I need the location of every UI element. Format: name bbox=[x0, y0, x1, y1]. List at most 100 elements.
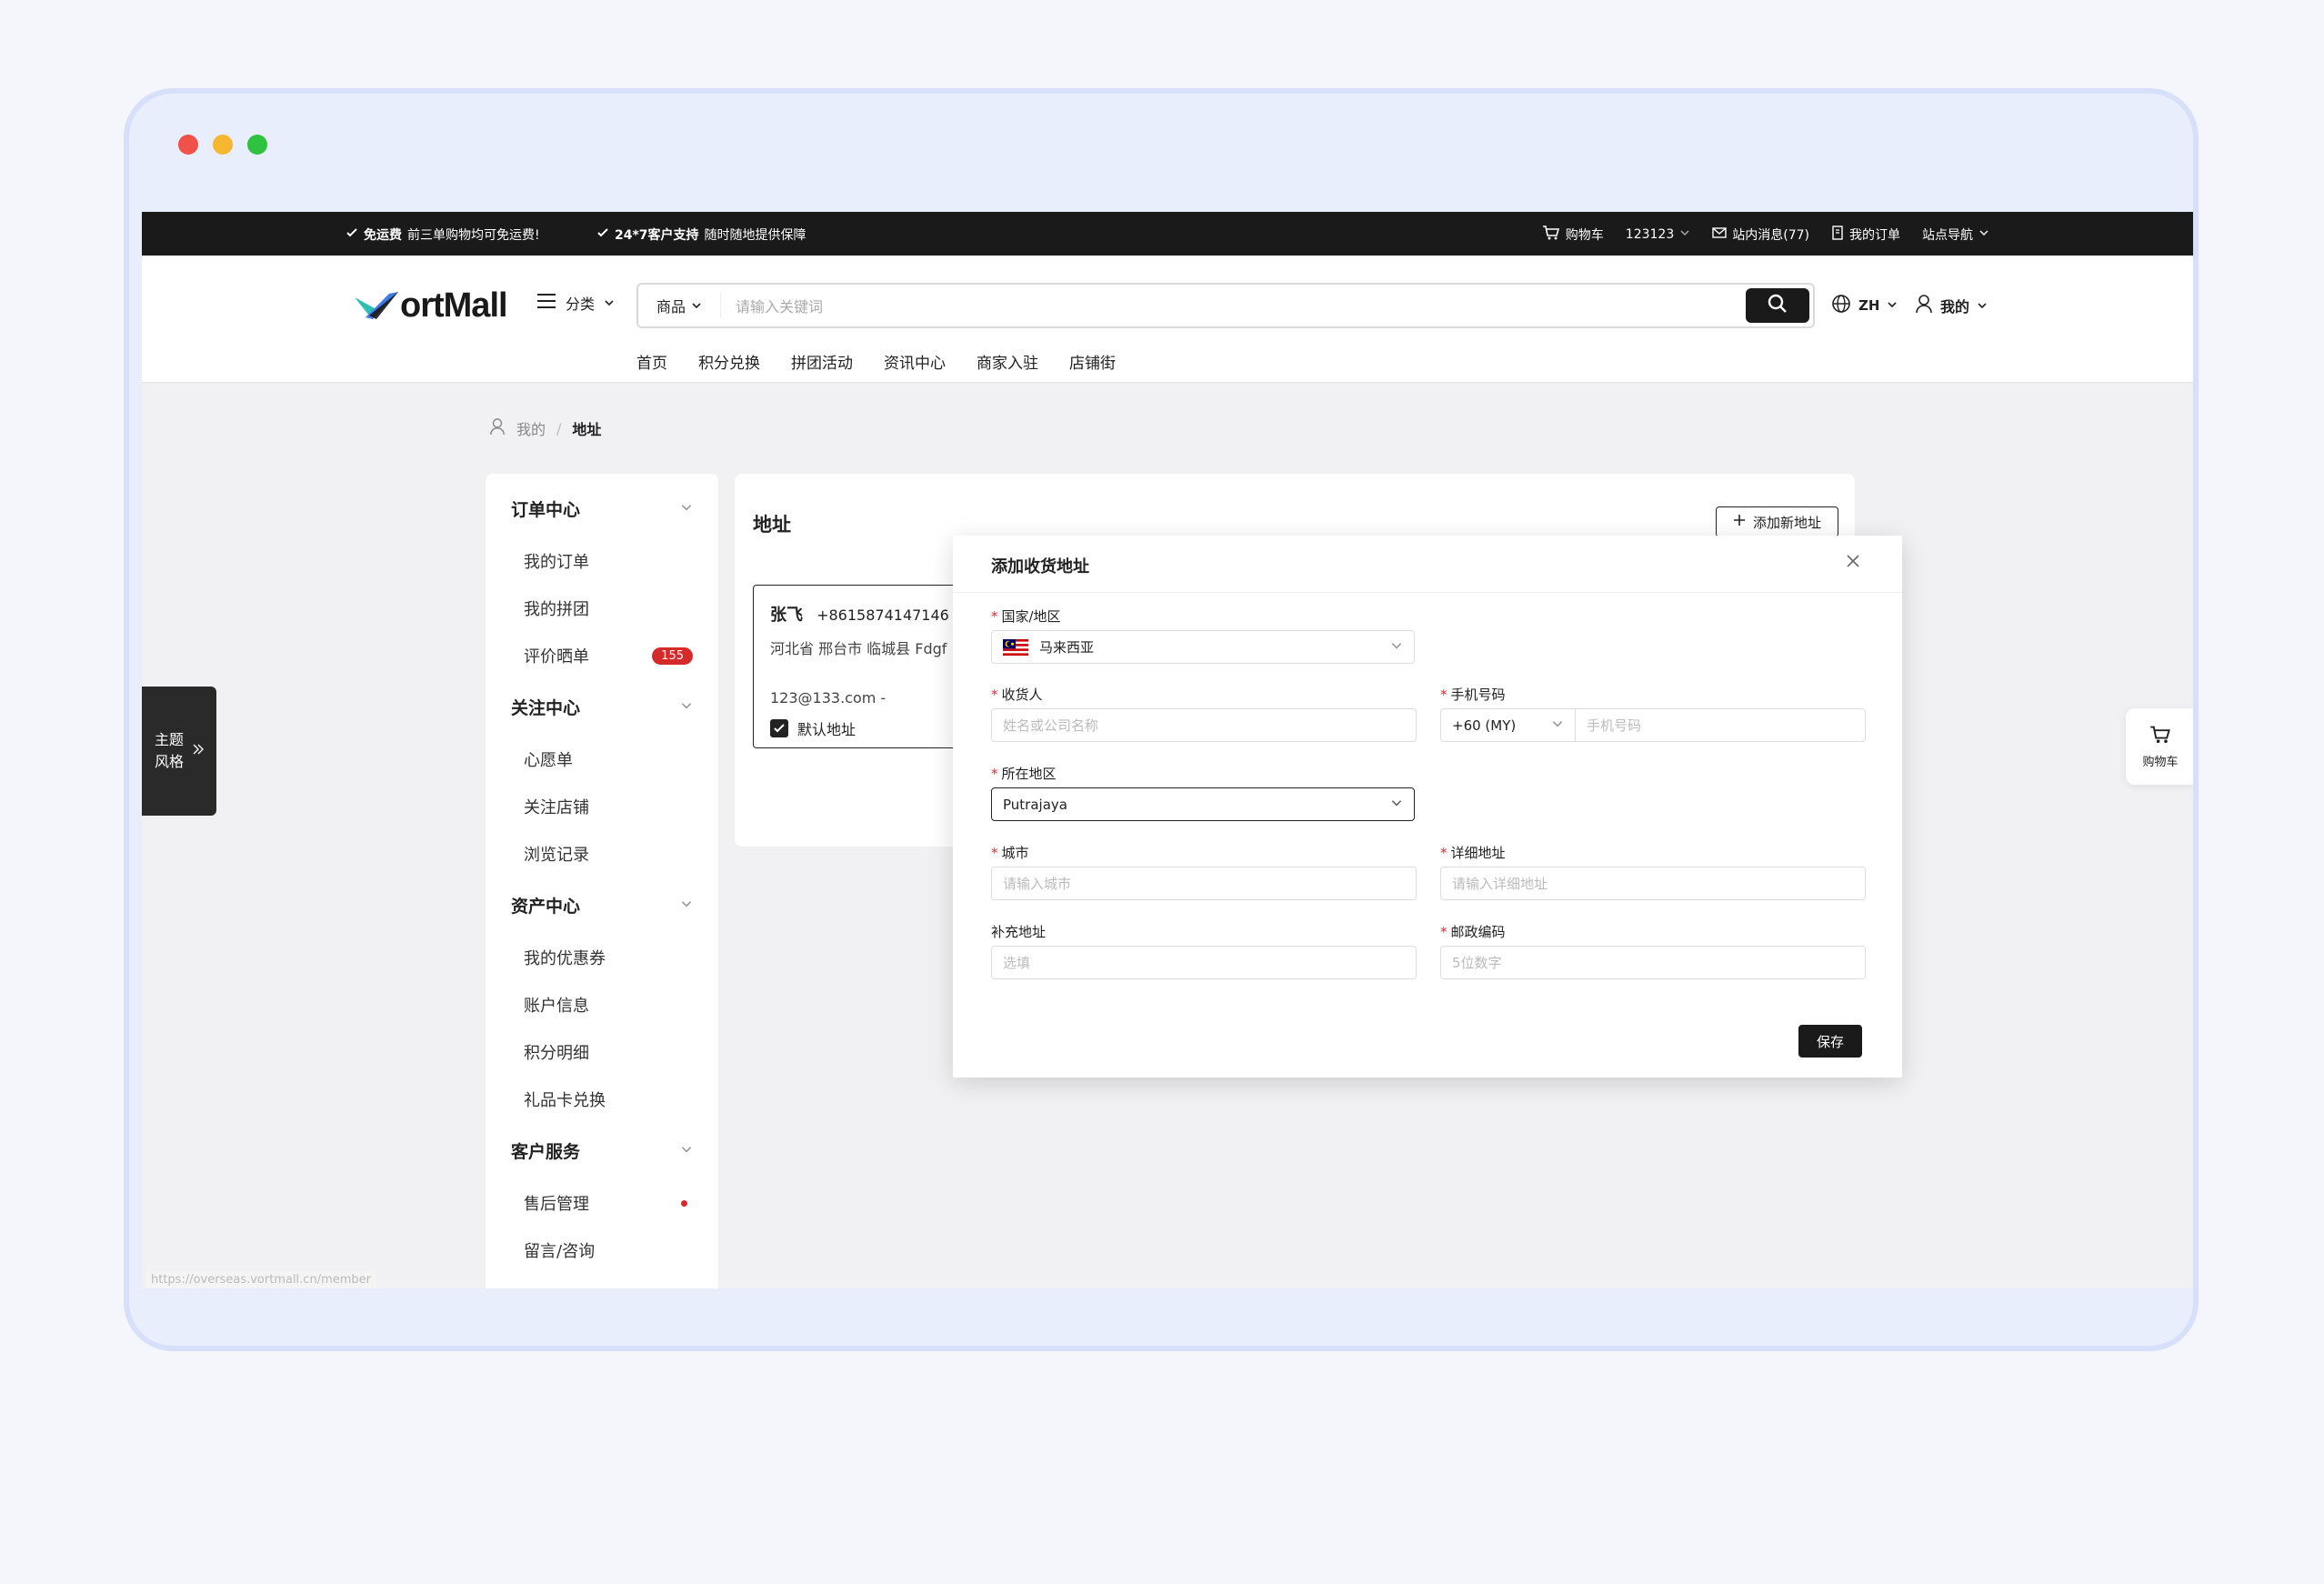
sidebar-group-title[interactable]: 订单中心 bbox=[511, 492, 693, 525]
floating-cart-button[interactable]: 购物车 bbox=[2126, 708, 2193, 785]
category-menu[interactable]: 分类 bbox=[536, 292, 615, 314]
sidebar-group-title[interactable]: 关注中心 bbox=[511, 690, 693, 723]
sidebar-item-messages[interactable]: 留言/咨询 bbox=[511, 1227, 693, 1274]
minimize-window-button[interactable] bbox=[213, 135, 233, 155]
count-badge: 155 bbox=[652, 647, 693, 665]
sidebar-item-aftersales[interactable]: 售后管理 bbox=[511, 1179, 693, 1227]
topbar-cart-link[interactable]: 购物车 bbox=[1542, 225, 1604, 245]
sidebar-item-label: 账户信息 bbox=[524, 997, 589, 1016]
cart-icon bbox=[1542, 225, 1560, 245]
account-menu[interactable]: 我的 bbox=[1915, 294, 1988, 317]
group-title-label: 资产中心 bbox=[511, 896, 581, 917]
topbar-user-menu[interactable]: 123123 bbox=[1626, 227, 1690, 242]
search-icon bbox=[1768, 294, 1788, 317]
sidebar-item-followed-stores[interactable]: 关注店铺 bbox=[511, 783, 693, 830]
sidebar-item-wishlist[interactable]: 心愿单 bbox=[511, 736, 693, 783]
country-select[interactable]: 马来西亚 bbox=[991, 630, 1415, 664]
phone-input[interactable]: 手机号码 bbox=[1576, 716, 1865, 735]
topbar-messages-link[interactable]: 站内消息(77) bbox=[1712, 226, 1809, 244]
sidebar-item-label: 我的优惠券 bbox=[524, 949, 606, 968]
field-label: 补充地址 bbox=[991, 924, 1047, 940]
receiver-input[interactable]: 姓名或公司名称 bbox=[991, 708, 1417, 742]
address-phone: +8615874147146 bbox=[816, 607, 949, 624]
menu-icon bbox=[536, 293, 556, 313]
theme-style-tab[interactable]: 主题 风格 bbox=[142, 687, 216, 816]
phone-code-value: +60 (MY) bbox=[1452, 717, 1517, 734]
promo-text: 随时随地提供保障 bbox=[704, 228, 806, 243]
topbar-orders-link[interactable]: 我的订单 bbox=[1831, 226, 1900, 244]
nav-news[interactable]: 资讯中心 bbox=[884, 350, 946, 373]
sidebar-item-account-info[interactable]: 账户信息 bbox=[511, 981, 693, 1028]
extra-address-input[interactable]: 选填 bbox=[991, 946, 1417, 979]
sidebar-item-label: 礼品卡兑换 bbox=[524, 1091, 606, 1110]
maximize-window-button[interactable] bbox=[247, 135, 267, 155]
breadcrumb-root[interactable]: 我的 bbox=[516, 417, 546, 439]
account-label: 我的 bbox=[1940, 298, 1970, 316]
dialog-divider bbox=[953, 592, 1902, 593]
user-icon bbox=[1915, 294, 1933, 317]
search-button[interactable] bbox=[1746, 288, 1809, 323]
sidebar-item-reviews[interactable]: 评价晒单 155 bbox=[511, 632, 693, 679]
globe-icon bbox=[1831, 294, 1851, 317]
sidebar-item-history[interactable]: 浏览记录 bbox=[511, 830, 693, 877]
phone-group: +60 (MY) 手机号码 bbox=[1440, 708, 1866, 742]
sidebar-item-my-group-buy[interactable]: 我的拼团 bbox=[511, 585, 693, 632]
page-title: 地址 bbox=[753, 514, 791, 536]
malaysia-flag-icon bbox=[1003, 638, 1028, 656]
topbar-messages-label: 站内消息(77) bbox=[1732, 228, 1809, 243]
chevron-down-icon bbox=[1887, 297, 1898, 314]
sidebar-item-points[interactable]: 积分明细 bbox=[511, 1028, 693, 1076]
sidebar-group-title[interactable]: 资产中心 bbox=[511, 888, 693, 921]
field-label: * 国家/地区 bbox=[991, 608, 1061, 625]
promo-title: 免运费 bbox=[364, 228, 402, 243]
sidebar-item-label: 售后管理 bbox=[524, 1195, 589, 1214]
sidebar-group-assets: 资产中心 我的优惠券 账户信息 积分明细 礼品卡兑换 bbox=[486, 888, 718, 1123]
chevron-down-icon bbox=[604, 295, 615, 312]
close-window-button[interactable] bbox=[178, 135, 198, 155]
nav-points-exchange[interactable]: 积分兑换 bbox=[698, 350, 760, 373]
add-address-dialog: 添加收货地址 * 国家/地区 马来西亚 * 收货人 姓名或公司名称 * 手机号码… bbox=[953, 536, 1902, 1078]
check-icon bbox=[596, 226, 609, 243]
dialog-title: 添加收货地址 bbox=[991, 557, 1089, 576]
zip-input[interactable]: 5位数字 bbox=[1440, 946, 1866, 979]
chevron-down-icon bbox=[680, 895, 693, 915]
close-dialog-button[interactable] bbox=[1842, 550, 1864, 572]
language-label: ZH bbox=[1858, 297, 1880, 314]
detail-address-input[interactable]: 请输入详细地址 bbox=[1440, 867, 1866, 900]
sidebar-item-label: 我的订单 bbox=[524, 553, 589, 572]
nav-merchant-join[interactable]: 商家入驻 bbox=[977, 350, 1038, 373]
field-label: * 城市 bbox=[991, 845, 1029, 861]
sidebar-item-my-orders[interactable]: 我的订单 bbox=[511, 537, 693, 585]
chevron-down-icon bbox=[1390, 639, 1403, 656]
site-logo[interactable]: ortMall bbox=[353, 286, 508, 326]
region-value: Putrajaya bbox=[1003, 796, 1067, 813]
topbar-sitenav-menu[interactable]: 站点导航 bbox=[1922, 226, 1989, 244]
floating-cart-label: 购物车 bbox=[2142, 755, 2179, 769]
nav-home[interactable]: 首页 bbox=[636, 350, 667, 373]
sidebar-item-label: 积分明细 bbox=[524, 1044, 589, 1063]
topbar-cart-label: 购物车 bbox=[1565, 228, 1604, 243]
nav-store-street[interactable]: 店铺街 bbox=[1069, 350, 1116, 373]
address-name: 张飞 bbox=[770, 606, 803, 625]
city-input[interactable]: 请输入城市 bbox=[991, 867, 1417, 900]
nav-group-buy[interactable]: 拼团活动 bbox=[791, 350, 853, 373]
region-select[interactable]: Putrajaya bbox=[991, 787, 1415, 821]
breadcrumb-current: 地址 bbox=[572, 421, 602, 438]
phone-code-select[interactable]: +60 (MY) bbox=[1441, 709, 1576, 741]
sidebar-group-title[interactable]: 客户服务 bbox=[511, 1134, 693, 1167]
search-type-select[interactable]: 商品 bbox=[638, 293, 722, 318]
promo-free-shipping: 免运费 前三单购物均可免运费! bbox=[346, 226, 540, 244]
topbar-sitenav-label: 站点导航 bbox=[1922, 228, 1973, 243]
save-button[interactable]: 保存 bbox=[1798, 1025, 1862, 1058]
search-input[interactable]: 请输入关键词 bbox=[721, 295, 1746, 316]
cart-icon bbox=[2149, 725, 2171, 748]
search-type-label: 商品 bbox=[656, 298, 686, 316]
language-select[interactable]: ZH bbox=[1831, 294, 1898, 317]
receiver-field: * 收货人 姓名或公司名称 bbox=[991, 685, 1417, 742]
sidebar-item-label: 我的拼团 bbox=[524, 600, 589, 619]
sidebar-item-coupons[interactable]: 我的优惠券 bbox=[511, 934, 693, 981]
top-bar: 免运费 前三单购物均可免运费! 24*7客户支持 随时随地提供保障 购物车 12… bbox=[142, 212, 2193, 256]
group-title-label: 订单中心 bbox=[511, 499, 581, 520]
sidebar-item-giftcard[interactable]: 礼品卡兑换 bbox=[511, 1076, 693, 1123]
add-address-button[interactable]: 添加新地址 bbox=[1715, 506, 1838, 537]
